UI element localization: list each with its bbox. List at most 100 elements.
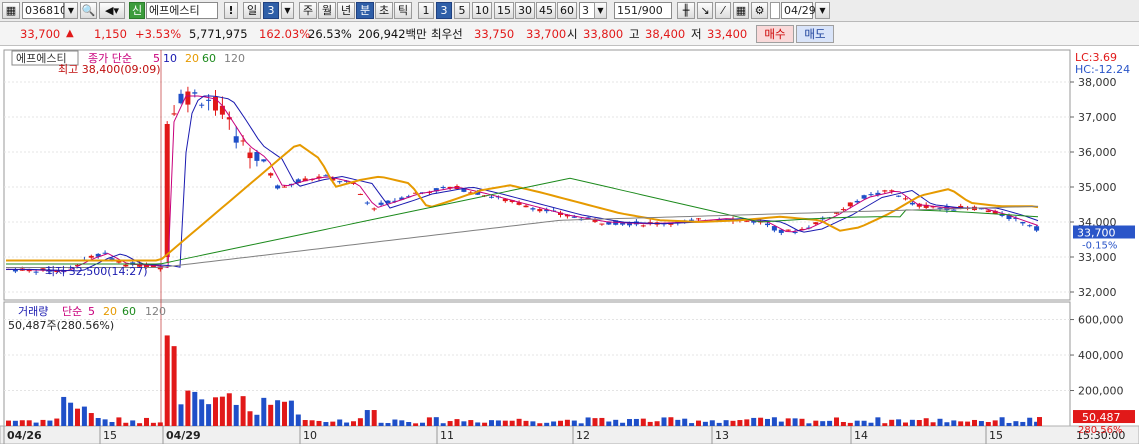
bar-count-field[interactable]: 151/900 [614,2,672,19]
candle [868,194,874,196]
volume-bar [240,396,246,426]
minute-60-button[interactable]: 60 [557,2,577,19]
volume-bar [19,420,25,426]
volume-bar [33,422,39,426]
x-tick-label: 11 [440,429,454,442]
open-label: 시 [567,27,578,41]
candle [378,202,384,205]
volume-bar [578,423,584,426]
volume-bar [792,418,798,426]
minute-chart[interactable]: 38,00037,00036,00035,00034,00033,00032,0… [0,46,1139,444]
interval-dropdown-icon[interactable]: ▼ [594,2,607,19]
minute-30-button[interactable]: 30 [515,2,535,19]
volume-bar [468,420,474,426]
best-bid-value: 33,700 [526,27,567,41]
candle [640,225,646,227]
period-second-button[interactable]: 초 [375,2,393,19]
sound-icon[interactable]: ◀▾ [99,2,125,19]
volume-bar [751,417,757,426]
volume-bar [978,421,984,426]
volume-bar [12,420,18,426]
period-minute-button[interactable]: 분 [356,2,374,19]
date-picker-icon[interactable]: ▼ [815,2,830,19]
minute-1-button[interactable]: 1 [418,2,434,19]
candle-style-icon[interactable]: ╫ [677,2,695,19]
volume-bar [992,420,998,426]
new-listing-badge: 신 [129,2,145,19]
minute-10-button[interactable]: 10 [472,2,492,19]
period-day-button[interactable]: 일 [243,2,261,19]
volume-bar [972,419,977,426]
stock-code-input[interactable]: 036810 [22,2,67,19]
volume-bar [771,417,777,426]
volume-bar [668,417,674,426]
drawing-tool-icon[interactable]: ⁄ [715,2,731,19]
candle [171,113,177,115]
volume-bar [137,423,143,426]
date-checkbox[interactable] [770,2,780,19]
volume-bar [640,418,646,426]
volume-bar [1013,421,1019,426]
minute-5-button[interactable]: 5 [454,2,470,19]
price-legend-ma-60: 60 [202,52,216,65]
interval-input[interactable]: 3 [579,2,595,19]
up-arrow-icon: ▲ [66,28,74,39]
candle [357,193,363,195]
volume-bar [999,417,1005,426]
volume-bar [544,422,550,426]
candle [1034,226,1040,231]
quote-bar: 33,700 ▲ 1,150 +3.53% 5,771,975 162.03% … [0,22,1139,46]
period-year-button[interactable]: 년 [337,2,355,19]
trade-amount: 206,942백만 [358,27,427,41]
candle [1020,222,1026,224]
grid-icon[interactable]: ▦ [733,2,749,19]
volume-bar [799,418,805,426]
candle [599,223,605,225]
candle [88,255,94,258]
period-count-button[interactable]: 3 [263,2,279,19]
period-month-button[interactable]: 월 [318,2,336,19]
period-tick-button[interactable]: 틱 [394,2,412,19]
volume-bar [958,421,964,426]
period-dropdown-icon[interactable]: ▼ [281,2,294,19]
candle [371,208,377,210]
code-dropdown-icon[interactable]: ▼ [64,2,78,19]
volume-bar [378,422,384,426]
search-icon[interactable]: 🔍 [80,2,97,19]
high-label: 고 [629,27,640,41]
volume-panel [3,301,1071,427]
period-week-button[interactable]: 주 [299,2,317,19]
volume-bar [682,418,688,426]
date-field[interactable]: 04/29 [781,2,816,19]
volume-bar [689,423,695,426]
settings-gear-icon[interactable]: ⚙ [751,2,768,19]
sell-button[interactable]: 매도 [796,25,834,43]
alert-label: ! [228,4,234,17]
volume-bar [109,422,115,426]
volume-tick-label: 400,000 [1078,349,1124,362]
period-minute-label: 분 [359,4,371,17]
volume-bar [157,422,163,426]
volume-bar [185,390,191,426]
alert-button[interactable]: ! [224,2,238,19]
candle [275,185,281,189]
volume-bar [309,420,315,426]
buy-button[interactable]: 매수 [756,25,794,43]
volume-bar [861,420,867,426]
volume-bar [647,421,653,426]
stock-name-field[interactable]: 에프에스티 [146,2,218,19]
volume-legend-ma-20: 20 [103,305,117,318]
minute-3-button[interactable]: 3 [436,2,452,19]
volume-bar [675,419,681,426]
indicator-icon[interactable]: ↘ [697,2,713,19]
volume-bar [868,422,874,426]
price-tick-label: 36,000 [1078,146,1117,159]
minute-15-button[interactable]: 15 [494,2,514,19]
minute-45-button[interactable]: 45 [536,2,556,19]
volume-bar [530,421,536,426]
chart-type-icon[interactable]: ▦ [2,2,20,19]
minute-10-label: 10 [475,4,489,17]
price-tick-label: 32,000 [1078,286,1117,299]
volume-bar [206,404,212,426]
volume-bar [54,418,60,426]
